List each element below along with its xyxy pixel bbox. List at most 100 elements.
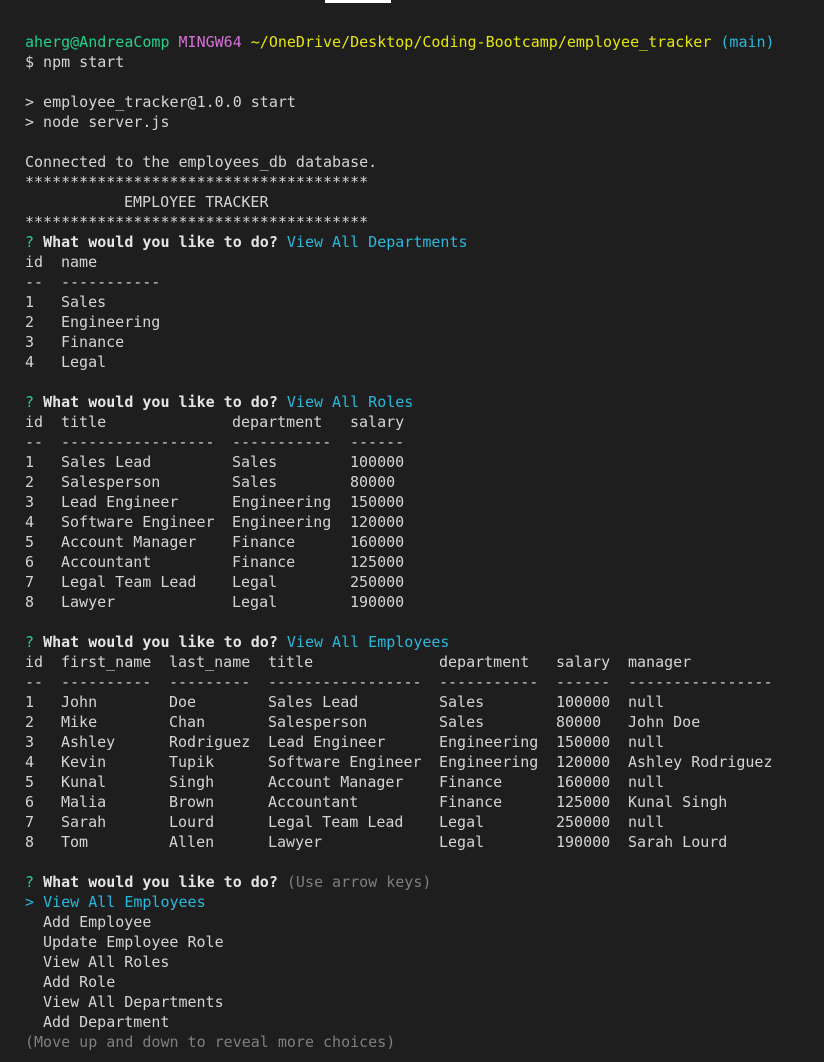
table-cell: 125000 [556, 793, 611, 811]
question-line: ? What would you like to do? (Use arrow … [25, 872, 824, 892]
table-cell: Rodriguez [169, 733, 251, 751]
table-header-row: id first_name last_name title department sala… [25, 652, 824, 672]
table-cell: Finance [61, 333, 125, 351]
table-cell: 150000 [556, 733, 611, 751]
table-cell: Sarah [61, 813, 107, 831]
menu-option[interactable]: Add Role [25, 972, 824, 992]
table-cell: Ashley [61, 733, 116, 751]
table-cell: Allen [169, 833, 215, 851]
table-cell: 120000 [556, 753, 611, 771]
prompt-branch: (main) [720, 33, 775, 51]
menu-option[interactable]: View All Departments [25, 992, 824, 1012]
table-divider: ----------- [61, 273, 161, 291]
menu-option[interactable]: View All Roles [25, 952, 824, 972]
table-cell: Sales [439, 693, 485, 711]
table-cell: Tom [61, 833, 89, 851]
table-cell: Sales [232, 453, 278, 471]
table-cell: Doe [169, 693, 197, 711]
table-cell: Kunal Singh [628, 793, 728, 811]
question-line: ? What would you like to do? View All Ro… [25, 392, 824, 412]
table-row: 8 Tom Allen Lawyer Legal 190000 Sarah Lourd [25, 832, 824, 852]
question-mark-icon: ? [25, 393, 35, 411]
table-cell: 250000 [556, 813, 611, 831]
table-row: 6 Accountant Finance 125000 [25, 552, 824, 572]
table-cell: Finance [439, 793, 503, 811]
menu-footer-hint: (Move up and down to reveal more choices… [25, 1033, 396, 1051]
table-header-row: id name [25, 252, 824, 272]
table-divider: --------- [169, 673, 251, 691]
table-cell: 80000 [556, 713, 602, 731]
table-cell: Malia [61, 793, 107, 811]
prompt-user-host: aherg@AndreaComp [25, 33, 170, 51]
question-mark-icon: ? [25, 633, 35, 651]
table-cell: Brown [169, 793, 215, 811]
table-cell: Engineering [232, 513, 332, 531]
table-cell: Lead Engineer [61, 493, 179, 511]
menu-option[interactable]: Update Employee Role [25, 932, 824, 952]
table-cell: Sales Lead [61, 453, 152, 471]
table-row: 8 Lawyer Legal 190000 [25, 592, 824, 612]
table-cell: John [61, 693, 98, 711]
menu-option-selected[interactable]: > View All Employees [25, 892, 824, 912]
question-text: What would you like to do? [43, 233, 278, 251]
npm-output-line: > node server.js [25, 113, 170, 131]
table-cell: Legal Team Lead [268, 813, 404, 831]
table-cell: Sales Lead [268, 693, 359, 711]
table-cell: null [628, 733, 665, 751]
table-divider: ----------------- [268, 673, 422, 691]
question-text: What would you like to do? [43, 393, 278, 411]
table-cell: Tupik [169, 753, 215, 771]
question-answer: View All Departments [286, 233, 468, 251]
employees-table: id first_name last_name title department sala… [25, 652, 824, 852]
table-divider-row: -- ----------------- ----------- ------ [25, 432, 824, 452]
table-cell: null [628, 773, 665, 791]
command-line: $ npm start [25, 53, 125, 71]
table-header: manager [628, 653, 692, 671]
table-row: 5 Kunal Singh Account Manager Finance 160000 n… [25, 772, 824, 792]
table-cell: Engineering [232, 493, 332, 511]
shell-prompt-line: aherg@AndreaComp MINGW64 ~/OneDrive/Desk… [25, 32, 824, 52]
table-divider: ----------- [232, 433, 332, 451]
table-cell: null [628, 693, 665, 711]
table-divider-row: -- ----------- [25, 272, 824, 292]
table-cell: 120000 [350, 513, 405, 531]
table-header: id [25, 253, 44, 271]
banner-stars: ************************************** [25, 173, 369, 191]
table-cell: Legal [232, 593, 278, 611]
table-cell: 250000 [350, 573, 405, 591]
table-cell: Account Manager [268, 773, 404, 791]
table-row: 1 Sales [25, 292, 824, 312]
table-cell: Sarah Lourd [628, 833, 728, 851]
table-row: 3 Finance [25, 332, 824, 352]
menu-option[interactable]: Add Department [25, 1012, 824, 1032]
table-cell: Finance [232, 533, 296, 551]
table-cell: 1 [25, 293, 35, 311]
table-divider-row: -- ---------- --------- ----------------- --… [25, 672, 824, 692]
table-cell: Singh [169, 773, 215, 791]
table-header-row: id title department salary [25, 412, 824, 432]
table-cell: null [628, 813, 665, 831]
table-cell: 150000 [350, 493, 405, 511]
table-cell: Kevin [61, 753, 107, 771]
table-cell: 100000 [556, 693, 611, 711]
table-row: 4 Legal [25, 352, 824, 372]
choice-menu[interactable]: > View All Employees Add Employee Update… [25, 892, 824, 1052]
banner-stars: ************************************** [25, 213, 369, 231]
table-cell: Accountant [61, 553, 152, 571]
table-divider: -- [25, 673, 44, 691]
table-cell: 6 [25, 793, 35, 811]
table-cell: 190000 [556, 833, 611, 851]
table-cell: Lead Engineer [268, 733, 386, 751]
table-cell: 1 [25, 693, 35, 711]
table-cell: 80000 [350, 473, 396, 491]
table-row: 1 John Doe Sales Lead Sales 100000 null [25, 692, 824, 712]
table-cell: 8 [25, 593, 35, 611]
question-line: ? What would you like to do? View All De… [25, 232, 824, 252]
question-mark-icon: ? [25, 873, 35, 891]
table-header: title [268, 653, 314, 671]
terminal-output[interactable]: aherg@AndreaComp MINGW64 ~/OneDrive/Desk… [25, 32, 824, 1052]
table-cell: Legal [61, 353, 107, 371]
menu-option[interactable]: Add Employee [25, 912, 824, 932]
table-divider: -- [25, 433, 44, 451]
table-cell: Lawyer [61, 593, 116, 611]
